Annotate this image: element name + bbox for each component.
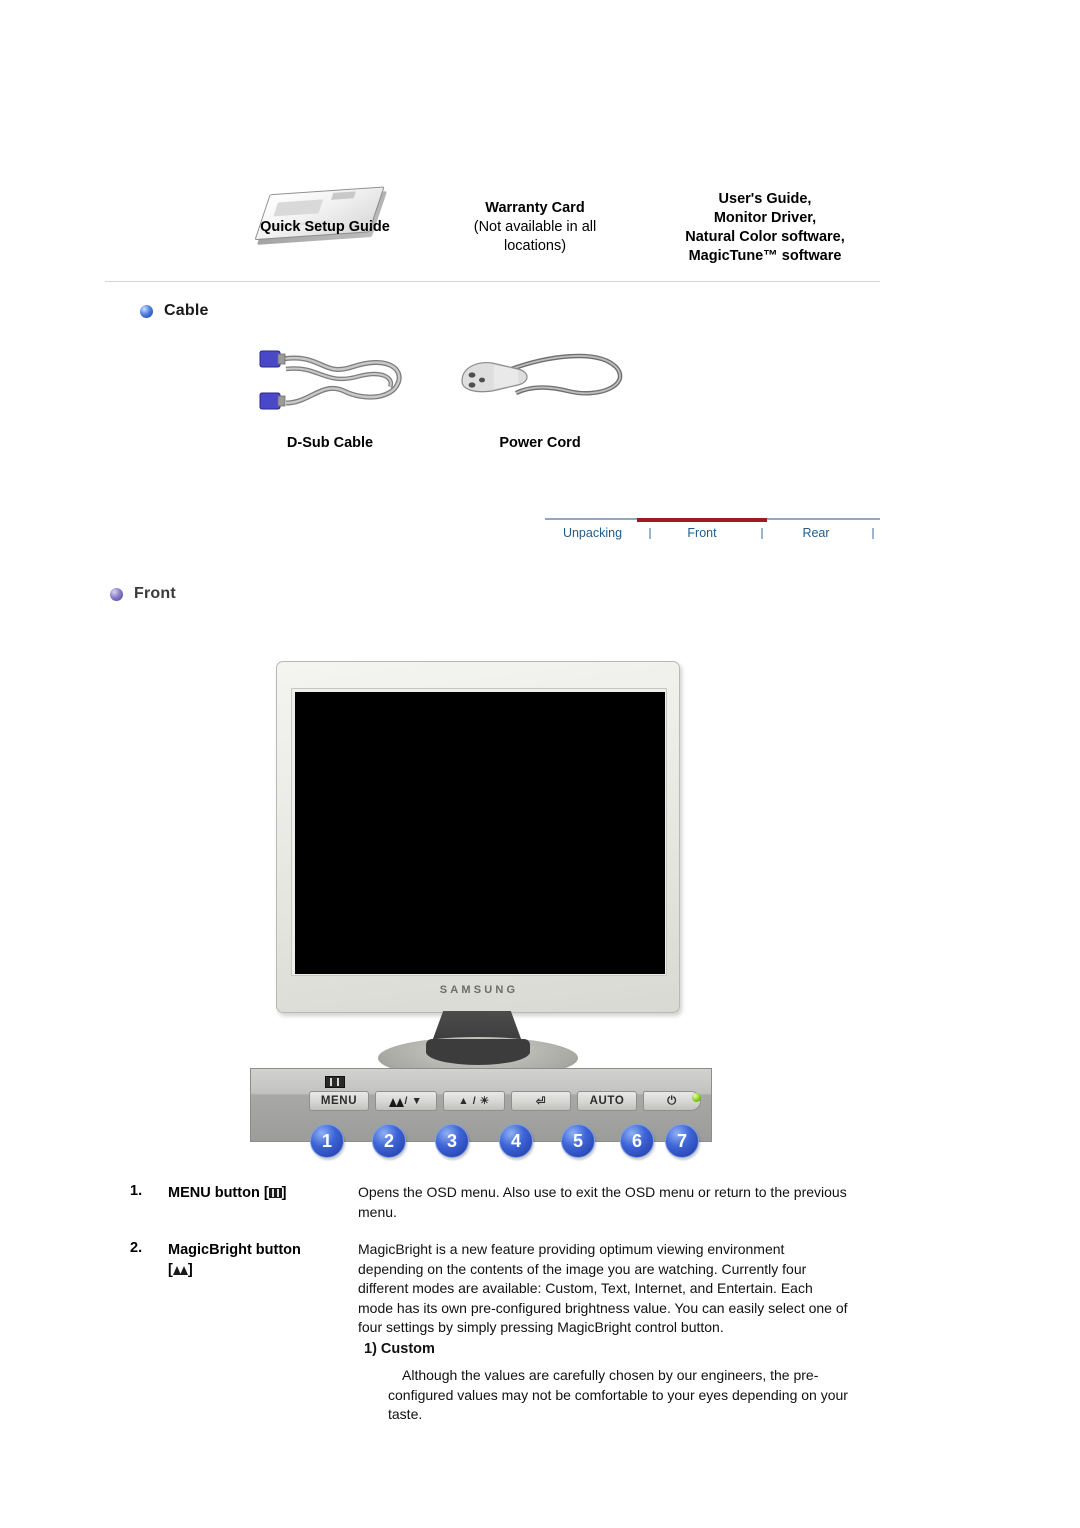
monitor-screen [295,692,665,974]
bullet-sphere-icon [140,304,153,318]
callout-number-1: 1 [310,1124,344,1158]
accessory-caption-row: Quick Setup Guide Warranty Card (Not ava… [0,190,1080,270]
cable-heading-label: Cable [164,302,209,319]
nav-divider-3 [872,528,874,539]
callout-number-7: 7 [665,1124,699,1158]
monitor-inner-frame [291,688,667,976]
magicbright-mode-custom-title: 1) Custom [364,1340,435,1357]
menu-button[interactable]: MENU [309,1091,369,1111]
caption-users-line2: Monitor Driver, [713,210,817,226]
tab-rear[interactable]: Rear [777,526,855,540]
monitor-bezel: SAMSUNG [276,661,680,1013]
description-label-2: MagicBright button[] [168,1240,358,1280]
button-description-list: 1. MENU button [] Opens the OSD menu. Al… [0,1183,1080,1489]
description-label-1: MENU button [] [168,1183,358,1203]
power-cord-icon [461,353,623,396]
magicbright-down-button[interactable]: / ▼ [375,1091,437,1111]
caption-quick-setup-guide: Quick Setup Guide [260,219,390,235]
monitor-stand-base-dark [426,1039,530,1065]
magicbright-glyph-icon [389,1096,405,1107]
magicbright-glyph-icon [172,1264,188,1275]
description-number-2: 2. [130,1240,143,1256]
section-divider [105,281,880,282]
bullet-sphere-icon [110,587,123,601]
section-nav-tabs[interactable]: Unpacking Front Rear [545,518,880,554]
tab-front[interactable]: Front [637,526,767,540]
up-brightness-button[interactable]: ▲ / ☀ [443,1091,505,1111]
menu-button-label-suffix: ] [281,1185,287,1201]
accessory-image-row [0,86,1080,245]
auto-button[interactable]: AUTO [577,1091,637,1111]
description-body-2: MagicBright is a new feature providing o… [358,1240,848,1425]
magicbright-button-label: MagicBright button [168,1242,301,1258]
caption-power-cord: Power Cord [499,435,581,451]
callout-number-4: 4 [499,1124,533,1158]
caption-warranty-line1: Warranty Card [485,200,585,216]
caption-warranty-line2: (Not available in all [473,219,597,235]
monitor-brand-label: SAMSUNG [439,984,519,996]
callout-number-row: 1 2 3 4 5 6 7 [0,1124,1080,1172]
menu-glyph-icon [268,1188,282,1198]
nav-divider-2 [761,528,763,539]
caption-users-guide: User's Guide, Monitor Driver, Natural Co… [640,190,890,266]
description-body-1: Opens the OSD menu. Also use to exit the… [358,1184,847,1220]
front-section-heading: Front [110,585,176,603]
front-heading-label: Front [134,585,176,602]
description-item-magicbright: 2. MagicBright button[] MagicBright is a… [0,1240,1080,1480]
description-item-menu: 1. MENU button [] Opens the OSD menu. Al… [0,1183,1080,1231]
monitor-front-illustration: SAMSUNG [250,655,720,1079]
tab-unpacking[interactable]: Unpacking [545,526,640,540]
callout-number-6: 6 [620,1124,654,1158]
caption-warranty-card: Warranty Card (Not available in all loca… [435,199,635,256]
magicbright-bracket-close: ] [187,1262,193,1278]
menu-button-label-prefix: MENU button [ [168,1185,269,1201]
nav-active-indicator [637,518,767,522]
menu-glyph-icon [325,1076,345,1088]
dsub-cable-icon [259,350,402,410]
magicbright-body-text: MagicBright is a new feature providing o… [358,1241,848,1335]
caption-warranty-line3: locations) [503,238,567,254]
magicbright-mode-custom-body: Although the values are carefully chosen… [388,1367,848,1422]
callout-number-2: 2 [372,1124,406,1158]
caption-users-line3: Natural Color software, [685,229,845,245]
magicbright-down-label: / ▼ [404,1095,423,1107]
callout-number-5: 5 [561,1124,595,1158]
caption-users-line1: User's Guide, [718,191,812,207]
power-indicator-led [692,1093,701,1102]
cable-section-heading: Cable [140,302,209,320]
caption-dsub-cable: D-Sub Cable [286,435,374,451]
description-number-1: 1. [130,1183,143,1199]
cable-image-area: D-Sub Cable Power Cord [0,335,1080,475]
callout-number-3: 3 [435,1124,469,1158]
enter-button[interactable]: ⏎ [511,1091,571,1111]
caption-users-line4: MagicTune™ software [688,248,842,264]
